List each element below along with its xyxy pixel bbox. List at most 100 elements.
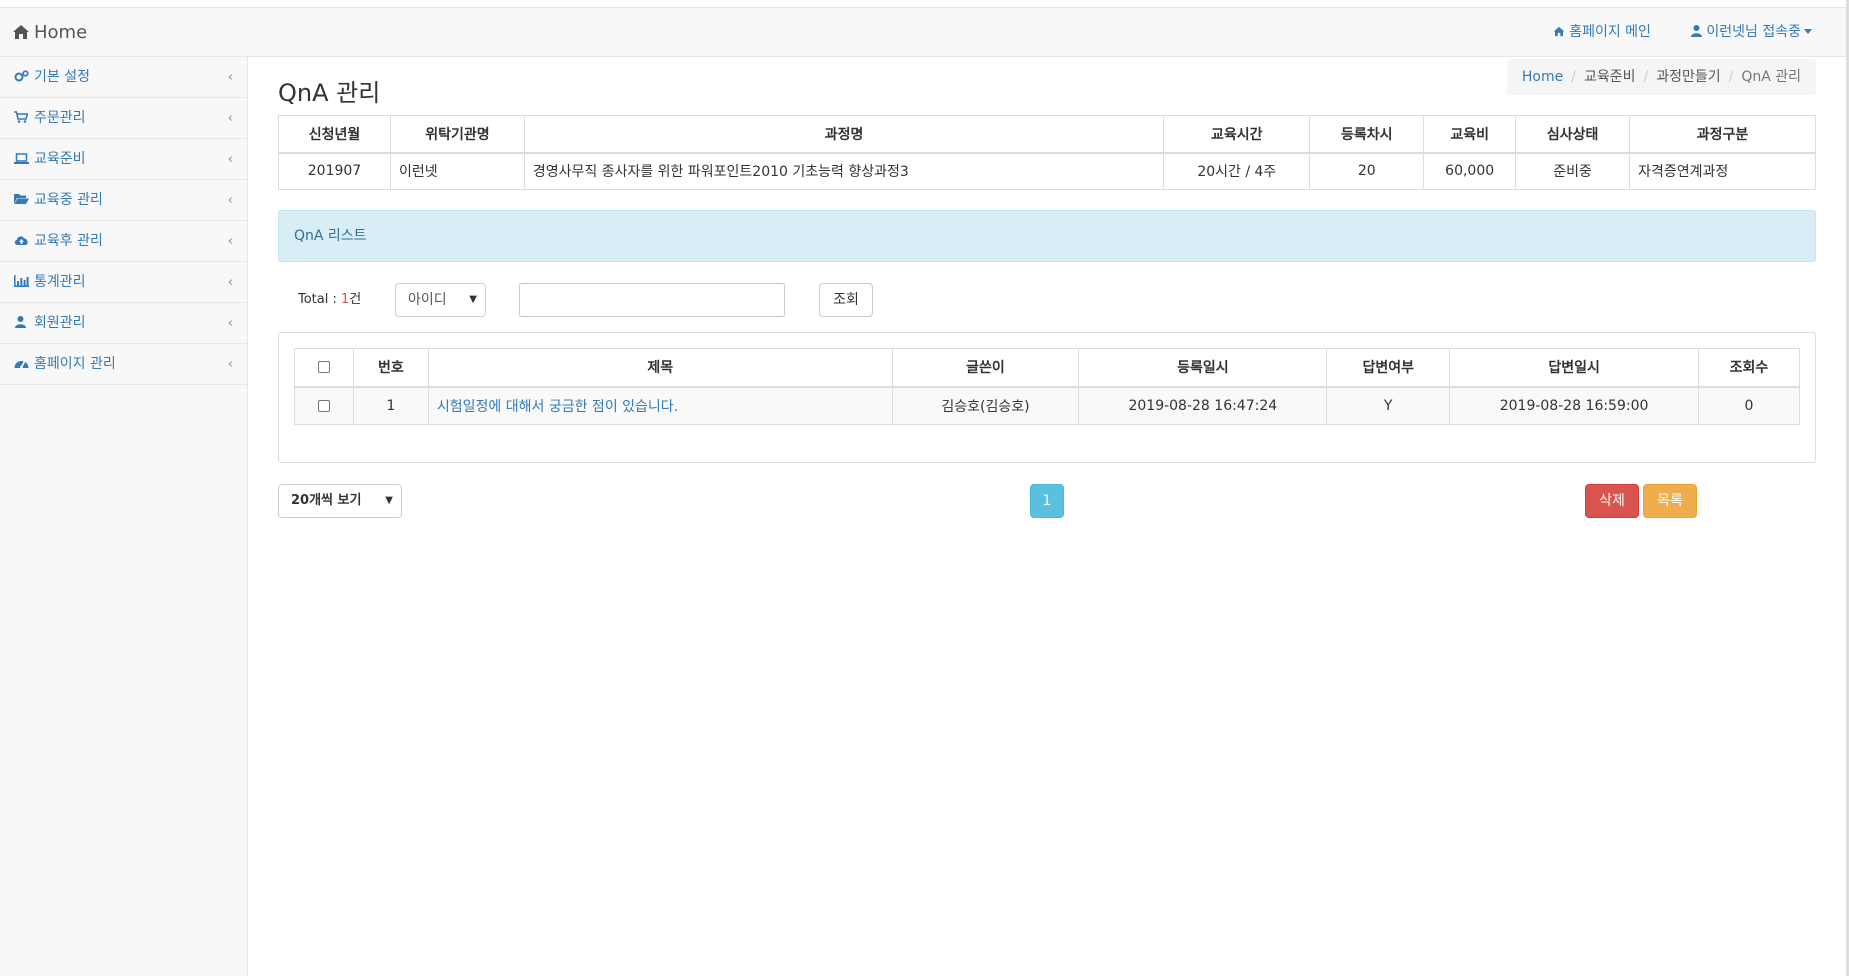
dashboard-icon [14,345,30,386]
cloud-upload-icon [14,222,30,263]
bar-chart-icon [14,263,30,304]
cell-course-type: 자격증연계과정 [1629,152,1816,190]
home-icon [1553,26,1565,37]
sidebar-item-basic-settings[interactable]: 기본 설정 ‹ [0,57,247,98]
caret-down-icon [1804,29,1812,34]
breadcrumb-item-education-prep[interactable]: 교육준비 [1584,69,1636,85]
course-info-table: 신청년월 위탁기관명 과정명 교육시간 등록차시 교육비 심사상태 과정구분 2… [278,115,1816,190]
search-button[interactable]: 조회 [819,283,873,317]
chevron-left-icon: ‹ [227,275,233,290]
cart-icon [14,99,30,140]
sidebar-item-post-education[interactable]: 교육후 관리 ‹ [0,221,247,262]
chevron-left-icon: ‹ [227,193,233,208]
cell-session-count: 20 [1309,152,1425,190]
column-header: 신청년월 [278,115,391,154]
laptop-icon [14,140,30,181]
home-brand-link[interactable]: Home [12,8,87,58]
chevron-left-icon: ‹ [227,234,233,249]
page-size-select[interactable]: 20개씩 보기 ▼ [278,484,402,518]
chevron-left-icon: ‹ [227,152,233,167]
sidebar-item-label: 기본 설정 [34,69,90,85]
select-all-cell [294,348,354,388]
qna-list-panel-heading: QnA 리스트 [278,210,1816,262]
qna-list-panel: 번호 제목 글쓴이 등록일시 답변여부 답변일시 조회수 1 시험일정에 대해서… [278,332,1816,463]
column-header: 심사상태 [1515,115,1631,154]
sidebar-item-statistics[interactable]: 통계관리 ‹ [0,262,247,303]
sidebar-item-label: 교육중 관리 [34,192,103,208]
table-header-row: 번호 제목 글쓴이 등록일시 답변여부 답변일시 조회수 [294,348,1800,388]
breadcrumb-home-link[interactable]: Home [1522,69,1563,85]
cell-views: 0 [1698,386,1800,425]
sidebar-item-label: 교육준비 [34,151,86,167]
sidebar-item-label: 회원관리 [34,315,86,331]
home-icon [13,25,29,39]
cell-institution: 이런넷 [389,152,525,190]
column-header: 과정구분 [1629,115,1816,154]
list-footer-controls: 20개씩 보기 ▼ 1 삭제 목록 [278,483,1816,519]
total-suffix: 건 [349,292,362,307]
user-menu-toggle[interactable]: 이런넷님 접속중 [1691,24,1812,40]
column-header: 교육시간 [1163,115,1311,154]
table-row: 201907 이런넷 경영사무직 종사자를 위한 파워포인트2010 기초능력 … [278,152,1816,190]
list-button[interactable]: 목록 [1643,484,1697,518]
row-checkbox[interactable] [317,399,330,412]
sidebar-item-label: 교육후 관리 [34,233,103,249]
cell-course-name: 경영사무직 종사자를 위한 파워포인트2010 기초능력 향상과정3 [523,152,1165,190]
sidebar-item-members[interactable]: 회원관리 ‹ [0,303,247,344]
folder-open-icon [14,181,30,222]
search-input[interactable] [519,283,785,317]
user-menu-label: 이런넷님 접속중 [1706,24,1801,40]
search-field-select-value: 아이디 [408,292,447,308]
page-size-select-value: 20개씩 보기 [291,493,362,508]
pagination-page-1[interactable]: 1 [1030,484,1064,518]
breadcrumb-item-course-builder[interactable]: 과정만들기 [1656,69,1720,85]
select-all-checkbox[interactable] [317,361,330,374]
chevron-down-icon: ▼ [385,495,393,506]
column-header: 등록차시 [1309,115,1425,154]
sidebar-item-label: 주문관리 [34,110,86,126]
sidebar-item-homepage-management[interactable]: 홈페이지 관리 ‹ [0,344,247,385]
cell-review-status: 준비중 [1515,152,1631,190]
user-icon [14,304,30,345]
cell-answered: Y [1326,386,1451,425]
search-field-select[interactable]: 아이디 ▼ [395,283,486,317]
breadcrumb-separator: / [1643,69,1649,85]
column-header: 과정명 [523,115,1165,154]
column-header: 답변일시 [1449,348,1699,388]
chevron-left-icon: ‹ [227,357,233,372]
top-navbar: Home 홈페이지 메인 이런넷님 접속중 [0,7,1846,57]
breadcrumb-item-current: QnA 관리 [1741,69,1801,85]
column-header: 제목 [427,348,893,388]
sidebar: 기본 설정 ‹ 주문관리 ‹ 교육준비 ‹ 교육중 관리 ‹ 교육후 관리 ‹ 통계관리 ‹… [0,57,248,976]
table-header-row: 신청년월 위탁기관명 과정명 교육시간 등록차시 교육비 심사상태 과정구분 [278,115,1816,154]
sidebar-item-in-education[interactable]: 교육중 관리 ‹ [0,180,247,221]
column-header: 글쓴이 [891,348,1080,388]
chevron-left-icon: ‹ [227,111,233,126]
chevron-left-icon: ‹ [227,316,233,331]
cell-number: 1 [352,386,429,425]
column-header: 교육비 [1423,115,1517,154]
table-row: 1 시험일정에 대해서 궁금한 점이 있습니다. 김승호(김승호) 2019-0… [294,386,1800,425]
qna-title-link[interactable]: 시험일정에 대해서 궁금한 점이 있습니다. [427,386,893,425]
breadcrumb-separator: / [1728,69,1734,85]
breadcrumb: Home / 교육준비 / 과정만들기 / QnA 관리 [1506,59,1816,95]
homepage-main-link[interactable]: 홈페이지 메인 [1553,24,1651,40]
cell-education-hours: 20시간 / 4주 [1163,152,1311,190]
qna-table: 번호 제목 글쓴이 등록일시 답변여부 답변일시 조회수 1 시험일정에 대해서… [294,348,1800,425]
cell-author: 김승호(김승호) [891,386,1080,425]
brand-label: Home [34,22,88,43]
sidebar-item-order-management[interactable]: 주문관리 ‹ [0,98,247,139]
user-icon [1691,25,1703,37]
column-header: 조회수 [1698,348,1800,388]
breadcrumb-separator: / [1571,69,1576,85]
chevron-down-icon: ▼ [469,294,477,305]
cell-apply-month: 201907 [278,152,391,190]
sidebar-item-label: 통계관리 [34,274,86,290]
delete-button[interactable]: 삭제 [1585,484,1639,518]
chevron-left-icon: ‹ [227,70,233,85]
cell-tuition: 60,000 [1423,152,1517,190]
top-right-nav: 홈페이지 메인 이런넷님 접속중 [1517,8,1812,58]
column-header: 답변여부 [1326,348,1451,388]
column-header: 위탁기관명 [389,115,525,154]
sidebar-item-education-prep[interactable]: 교육준비 ‹ [0,139,247,180]
